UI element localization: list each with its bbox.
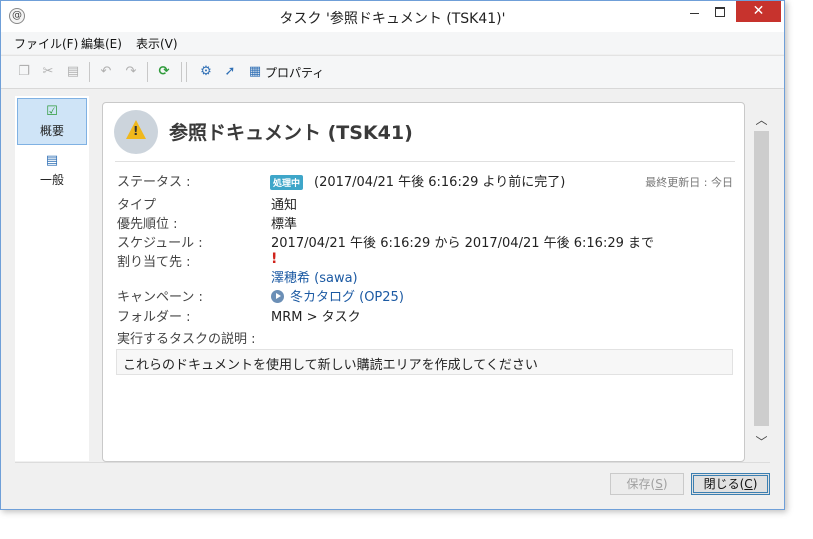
window-title: タスク '参照ドキュメント (TSK41)': [279, 11, 506, 27]
refresh-icon[interactable]: ⟳: [155, 63, 173, 81]
menu-edit[interactable]: 編集(E): [81, 35, 122, 52]
maximize-button[interactable]: [707, 1, 733, 22]
copy-icon[interactable]: ❐: [15, 63, 33, 81]
campaign-label: キャンペーン :: [117, 290, 203, 305]
divider: [115, 161, 735, 162]
paste-icon[interactable]: ▤: [64, 63, 82, 81]
alert-icon: !: [271, 251, 278, 267]
description-box: これらのドキュメントを使用して新しい購読エリアを作成してください: [116, 349, 733, 375]
play-icon: [271, 290, 284, 303]
menu-file[interactable]: ファイル(F): [14, 35, 78, 52]
scroll-down-icon[interactable]: ﹀: [753, 433, 770, 450]
footer-divider: [15, 462, 770, 463]
status-badge: 処理中: [270, 175, 304, 190]
priority-label: 優先順位 :: [117, 217, 178, 232]
toolbar: ❐ ✂ ▤ ↶ ↷ ⟳ ⚙ ➚ ▦ プロパティ: [1, 55, 784, 89]
menu-view[interactable]: 表示(V): [136, 35, 178, 52]
export-icon[interactable]: ➚: [221, 63, 239, 81]
description-label: 実行するタスクの説明 :: [117, 332, 256, 347]
sidebar-item-label: 一般: [39, 173, 64, 187]
schedule-label: スケジュール :: [117, 236, 203, 251]
schedule-value: 2017/04/21 午後 6:16:29 から 2017/04/21 午後 6…: [271, 236, 655, 251]
close-window-button[interactable]: ✕: [736, 1, 781, 22]
assignee-link[interactable]: 澤穂希 (sawa): [271, 267, 358, 286]
sidebar-item-overview[interactable]: ☑ 概要: [17, 98, 87, 145]
sidebar-item-general[interactable]: ▤ 一般: [17, 148, 87, 195]
vertical-scrollbar[interactable]: ︿ ﹀: [753, 98, 770, 463]
last-updated: 最終更新日 : 今日: [645, 176, 733, 189]
properties-button[interactable]: プロパティ: [265, 64, 324, 81]
priority-value: 標準: [271, 217, 298, 232]
gear-icon[interactable]: ⚙: [197, 63, 215, 81]
folder-label: フォルダー :: [117, 310, 191, 325]
toolbar-separator: [181, 62, 182, 82]
warning-icon: !: [114, 110, 158, 154]
checklist-icon: ☑: [46, 104, 58, 119]
menu-bar: ファイル(F) 編集(E) 表示(V): [1, 32, 784, 54]
folder-value: MRM > タスク: [271, 310, 361, 325]
sidebar: ☑ 概要 ▤ 一般: [15, 96, 89, 461]
assignee-label: 割り当て先 :: [117, 255, 191, 270]
campaign-link[interactable]: 冬カタログ (OP25): [290, 286, 404, 305]
undo-icon[interactable]: ↶: [97, 63, 115, 81]
cut-icon[interactable]: ✂: [39, 63, 57, 81]
title-bar: @ タスク '参照ドキュメント (TSK41)' ✕: [1, 1, 784, 32]
sidebar-item-label: 概要: [39, 124, 64, 138]
scroll-thumb[interactable]: [754, 131, 769, 426]
redo-icon[interactable]: ↷: [122, 63, 140, 81]
toolbar-separator: [147, 62, 148, 82]
scroll-up-icon[interactable]: ︿: [753, 111, 770, 128]
close-button[interactable]: 閉じる(C): [691, 473, 770, 495]
type-label: タイプ: [117, 198, 157, 213]
status-label: ステータス :: [117, 175, 191, 190]
description-text: これらのドキュメントを使用して新しい購読エリアを作成してください: [123, 358, 538, 373]
minimize-button[interactable]: [681, 1, 707, 22]
status-text: (2017/04/21 午後 6:16:29 より前に完了): [314, 175, 566, 190]
toolbar-separator: [89, 62, 90, 82]
save-button[interactable]: 保存(S): [610, 473, 684, 495]
task-window: @ タスク '参照ドキュメント (TSK41)' ✕ ファイル(F) 編集(E)…: [0, 0, 785, 510]
task-overview-panel: ! 参照ドキュメント (TSK41) ステータス : 処理中 (2017/04/…: [102, 102, 745, 462]
toolbar-separator: [186, 62, 187, 82]
task-title: 参照ドキュメント (TSK41): [169, 122, 413, 144]
properties-icon[interactable]: ▦: [246, 63, 264, 81]
type-value: 通知: [271, 198, 298, 213]
clipboard-icon: ▤: [45, 153, 59, 168]
